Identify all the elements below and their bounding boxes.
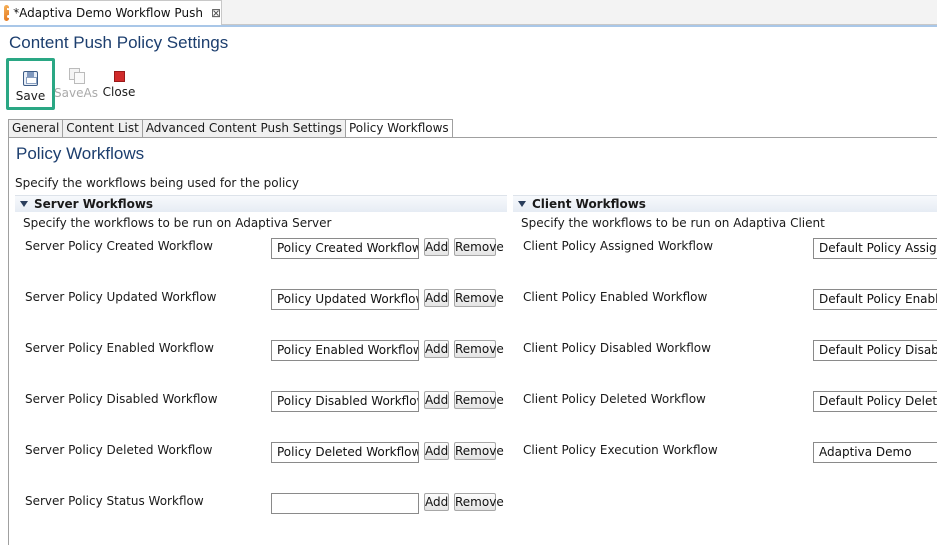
save-as-button[interactable]: SaveAs — [54, 58, 98, 110]
save-as-label: SaveAs — [54, 86, 98, 100]
server-workflow-field[interactable]: Policy Disabled Workflow — [271, 391, 419, 412]
client-workflow-field[interactable]: Default Policy Disable — [813, 340, 937, 361]
client-row-label: Client Policy Execution Workflow — [523, 443, 718, 457]
editor-tab-bar: *Adaptiva Demo Workflow Push ⊠ — [0, 0, 937, 25]
client-workflow-field[interactable]: Default Policy Enable C — [813, 289, 937, 310]
server-workflows-description: Specify the workflows to be run on Adapt… — [23, 216, 332, 230]
editor-tab[interactable]: *Adaptiva Demo Workflow Push ⊠ — [0, 0, 222, 25]
server-row-label: Server Policy Enabled Workflow — [25, 341, 214, 355]
add-button[interactable]: Add — [424, 340, 449, 358]
client-workflow-field[interactable]: Default Policy Delete C — [813, 391, 937, 412]
client-row-label: Client Policy Assigned Workflow — [523, 239, 714, 253]
floppy-disk-icon — [23, 71, 38, 86]
add-button[interactable]: Add — [424, 391, 449, 409]
remove-button[interactable]: Remove — [454, 238, 504, 256]
page-title: Content Push Policy Settings — [9, 33, 229, 52]
editor-border — [0, 25, 937, 27]
rss-feed-icon — [4, 5, 18, 21]
save-label: Save — [15, 89, 46, 103]
tab-general[interactable]: General — [8, 119, 64, 137]
remove-button[interactable]: Remove — [454, 493, 504, 511]
server-workflow-field[interactable]: Policy Deleted Workflow — [271, 442, 419, 463]
client-workflow-field[interactable]: Default Policy Assignm — [813, 238, 937, 259]
toolbar: Save SaveAs Close — [6, 58, 141, 110]
tab-policy-workflows[interactable]: Policy Workflows — [344, 119, 453, 138]
remove-button[interactable]: Remove — [454, 442, 504, 460]
section-description: Specify the workflows being used for the… — [15, 176, 299, 190]
close-label: Close — [102, 85, 136, 99]
remove-button[interactable]: Remove — [454, 391, 504, 409]
server-workflow-field[interactable]: Policy Enabled Workflow — [271, 340, 419, 361]
client-workflow-field[interactable]: Adaptiva Demo — [813, 442, 937, 463]
server-row-label: Server Policy Updated Workflow — [25, 290, 217, 304]
remove-button[interactable]: Remove — [454, 340, 504, 358]
remove-button[interactable]: Remove — [454, 289, 504, 307]
add-button[interactable]: Add — [424, 289, 449, 307]
tab-advanced-content-push-settings[interactable]: Advanced Content Push Settings — [141, 119, 346, 137]
server-workflow-field[interactable]: Policy Updated Workflow — [271, 289, 419, 310]
section-title: Policy Workflows — [16, 144, 145, 163]
client-workflows-title: Client Workflows — [532, 197, 646, 211]
client-row-label: Client Policy Disabled Workflow — [523, 341, 711, 355]
close-button[interactable]: Close — [97, 58, 141, 110]
save-as-icon — [68, 68, 85, 84]
server-row-label: Server Policy Created Workflow — [25, 239, 213, 253]
add-button[interactable]: Add — [424, 493, 449, 511]
add-button[interactable]: Add — [424, 442, 449, 460]
client-workflows-header[interactable]: Client Workflows — [513, 195, 937, 212]
close-square-icon — [113, 71, 125, 82]
server-workflows-header[interactable]: Server Workflows — [15, 195, 507, 212]
settings-tab-strip: General Content List Advanced Content Pu… — [8, 119, 453, 138]
client-row-label: Client Policy Enabled Workflow — [523, 290, 708, 304]
server-workflow-field[interactable] — [271, 493, 419, 514]
tab-content-list[interactable]: Content List — [62, 119, 143, 137]
server-workflows-title: Server Workflows — [34, 197, 154, 211]
collapse-arrow-icon[interactable] — [20, 201, 28, 207]
server-row-label: Server Policy Disabled Workflow — [25, 392, 218, 406]
client-row-label: Client Policy Deleted Workflow — [523, 392, 706, 406]
editor-tab-title: *Adaptiva Demo Workflow Push — [13, 6, 203, 20]
client-workflows-description: Specify the workflows to be run on Adapt… — [521, 216, 825, 230]
close-tab-icon[interactable]: ⊠ — [211, 6, 221, 20]
add-button[interactable]: Add — [424, 238, 449, 256]
server-row-label: Server Policy Deleted Workflow — [25, 443, 213, 457]
server-workflow-field[interactable]: Policy Created Workflow — [271, 238, 419, 259]
save-button[interactable]: Save — [6, 58, 55, 110]
server-row-label: Server Policy Status Workflow — [25, 494, 204, 508]
collapse-arrow-icon[interactable] — [518, 201, 526, 207]
